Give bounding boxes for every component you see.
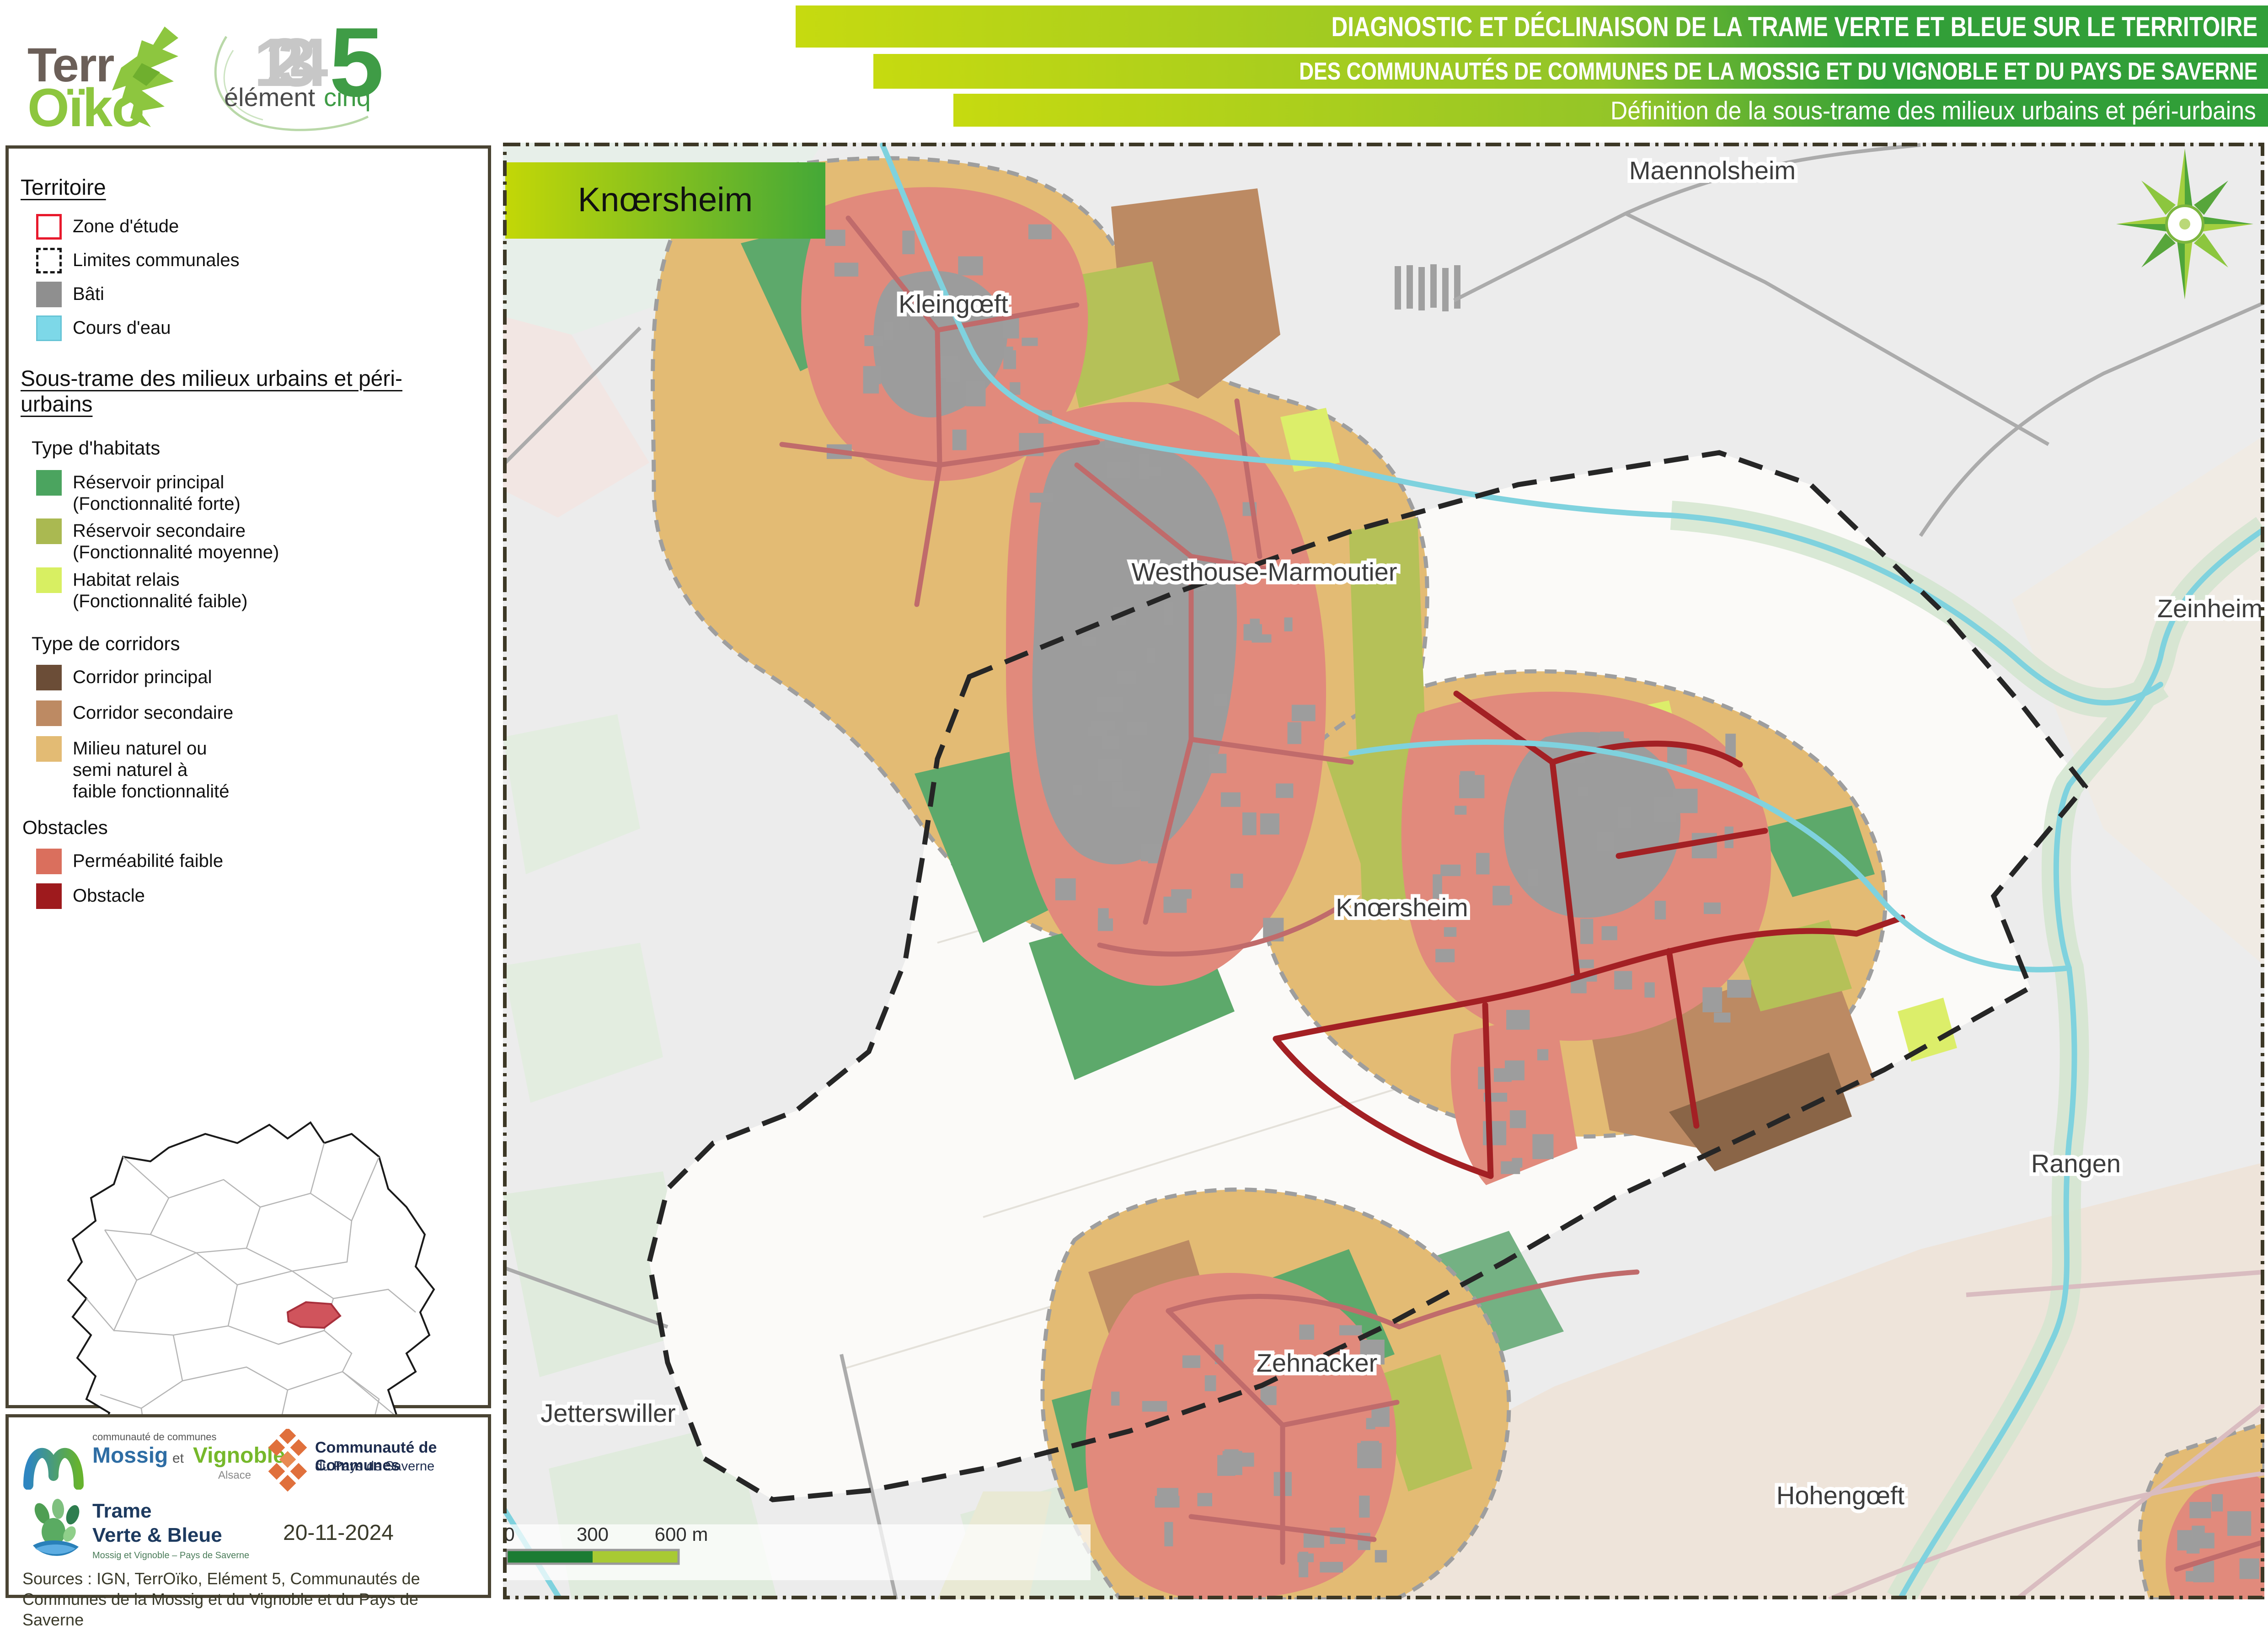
- tvb-leaf-paw-icon: [21, 1497, 90, 1566]
- legend-item-corridor-principal: Corridor principal: [36, 665, 479, 690]
- map-label: Zeinheim: [2157, 594, 2263, 623]
- mossig-name1: Mossig: [92, 1443, 168, 1468]
- permeabilite-faible-swatch: [36, 849, 62, 874]
- legend-item-bati: Bâti: [36, 282, 479, 307]
- legend-item-zone-etude: Zone d'étude: [36, 214, 479, 240]
- obstacle-swatch: [36, 883, 62, 909]
- title-banner-1-text: DIAGNOSTIC ET DÉCLINAISON DE LA TRAME VE…: [1332, 11, 2268, 43]
- legend-territoire-title: Territoire: [21, 175, 479, 201]
- mossig-et: et: [172, 1451, 184, 1466]
- legend-item-label: Corridor principal: [73, 665, 212, 688]
- map-title-box: Knœrsheim: [505, 162, 825, 239]
- legend-item-label: Cours d'eau: [73, 315, 171, 339]
- map-canvas: Maennolsheim Kleingœft Westhouse-Marmoutie…: [503, 143, 2264, 1599]
- scale-label-600: 600 m: [655, 1523, 708, 1545]
- legend-item-label: Habitat relais(Fonctionnalité faible): [73, 567, 247, 612]
- legend-item-label: Bâti: [73, 282, 104, 305]
- reservoir-secondaire-swatch: [36, 518, 62, 544]
- legend-item-reservoir-principal: Réservoir principal(Fonctionnalité forte…: [36, 470, 479, 515]
- legend-habitats-title: Type d'habitats: [32, 437, 479, 459]
- legend-obstacles-title: Obstacles: [22, 817, 479, 839]
- element-cinq-logo: 1234 5 élément cinq: [215, 14, 380, 133]
- map-label: Zehnacker: [1257, 1348, 1378, 1377]
- map-label: Rangen: [2031, 1149, 2121, 1178]
- corridor-secondaire-swatch: [36, 700, 62, 726]
- mossig-small-text: communauté de communes: [92, 1431, 216, 1443]
- map-label: Knœrsheim: [1336, 893, 1468, 922]
- mossig-m-icon: [21, 1430, 90, 1490]
- legend-item-label: Obstacle: [73, 883, 145, 907]
- saverne-line2: du Pays de Saverne: [315, 1459, 434, 1474]
- legend-item-reservoir-secondaire: Réservoir secondaire(Fonctionnalité moye…: [36, 518, 479, 563]
- legend-item-label: Milieu naturel ou semi naturel à faible …: [73, 736, 229, 803]
- sources-text: Sources : IGN, TerrOïko, Elément 5, Comm…: [22, 1568, 475, 1630]
- title-banner-3: Définition de la sous-trame des milieux …: [953, 94, 2268, 127]
- title-banner-2: DES COMMUNAUTÉS DE COMMUNES DE LA MOSSIG…: [873, 54, 2268, 89]
- bati-swatch: [36, 282, 62, 307]
- map-date: 20-11-2024: [283, 1520, 394, 1545]
- legend-item-milieu-naturel: Milieu naturel ou semi naturel à faible …: [36, 736, 479, 803]
- scale-label-300: 300: [577, 1523, 609, 1545]
- cours-eau-swatch: [36, 315, 62, 341]
- legend-corridors-title: Type de corridors: [32, 633, 479, 655]
- zone-etude-swatch: [36, 214, 62, 240]
- tvb-subtitle: Mossig et Vignoble – Pays de Saverne: [92, 1550, 249, 1561]
- legend-item-label: Zone d'étude: [73, 214, 179, 237]
- reservoir-principal-swatch: [36, 470, 62, 496]
- title-banner-3-text: Définition de la sous-trame des milieux …: [1610, 96, 2268, 125]
- mossig-vignoble-logo: communauté de communes Mossig et Vignobl…: [21, 1430, 250, 1490]
- legend-item-limites: Limites communales: [36, 248, 479, 273]
- legend-item-label: Perméabilité faible: [73, 849, 223, 872]
- legend-item-label: Réservoir principal(Fonctionnalité forte…: [73, 470, 241, 515]
- element-cinq-word2: cinq: [324, 82, 371, 112]
- map-label: Westhouse-Marmoutier: [1132, 557, 1397, 586]
- legend-item-cours-eau: Cours d'eau: [36, 315, 479, 341]
- legend-item-label: Corridor secondaire: [73, 700, 233, 724]
- map-area: Maennolsheim Kleingœft Westhouse-Marmoutie…: [503, 143, 2264, 1599]
- map-title-text: Knœrsheim: [578, 181, 753, 219]
- tvb-line2: Verte & Bleue: [92, 1524, 222, 1547]
- map-label: Jetterswiller: [540, 1399, 676, 1427]
- map-label: Maennolsheim: [1629, 156, 1796, 185]
- credits-panel: communauté de communes Mossig et Vignobl…: [5, 1414, 491, 1598]
- legend-item-label: Réservoir secondaire(Fonctionnalité moye…: [73, 518, 279, 563]
- milieu-naturel-swatch: [36, 736, 62, 762]
- tvb-line1: Trame: [92, 1500, 152, 1523]
- legend-item-habitat-relais: Habitat relais(Fonctionnalité faible): [36, 567, 479, 612]
- legend-item-label: Limites communales: [73, 248, 240, 271]
- pays-de-saverne-logo: Communauté de Communes du Pays de Savern…: [262, 1429, 482, 1493]
- element-cinq-word1: élément: [224, 82, 315, 112]
- legend-item-obstacle: Obstacle: [36, 883, 479, 909]
- terroiko-logo-text2: Oïko: [27, 77, 144, 139]
- limites-communales-swatch: [36, 248, 62, 273]
- title-banner-2-text: DES COMMUNAUTÉS DE COMMUNES DE LA MOSSIG…: [1299, 57, 2268, 86]
- map-label: Hohengœft: [1776, 1481, 1905, 1510]
- title-banner-1: DIAGNOSTIC ET DÉCLINAISON DE LA TRAME VE…: [796, 5, 2268, 48]
- mossig-region: Alsace: [218, 1469, 251, 1482]
- corridor-principal-swatch: [36, 665, 62, 690]
- terroiko-logo: Terr Oïko: [27, 13, 219, 134]
- legend-soustrame-title: Sous-trame des milieux urbains et péri-u…: [21, 366, 441, 418]
- scale-bar: 0 300 600 m: [503, 1523, 1091, 1580]
- map-label: Kleingœft: [899, 289, 1008, 318]
- habitat-relais-swatch: [36, 567, 62, 593]
- legend-panel: Territoire Zone d'étude Limites communal…: [5, 145, 491, 1408]
- trame-verte-bleue-logo: Trame Verte & Bleue Mossig et Vignoble –…: [21, 1497, 278, 1566]
- legend-item-permeabilite: Perméabilité faible: [36, 849, 479, 874]
- legend-item-corridor-secondaire: Corridor secondaire: [36, 700, 479, 726]
- saverne-diamonds-icon: [262, 1429, 313, 1493]
